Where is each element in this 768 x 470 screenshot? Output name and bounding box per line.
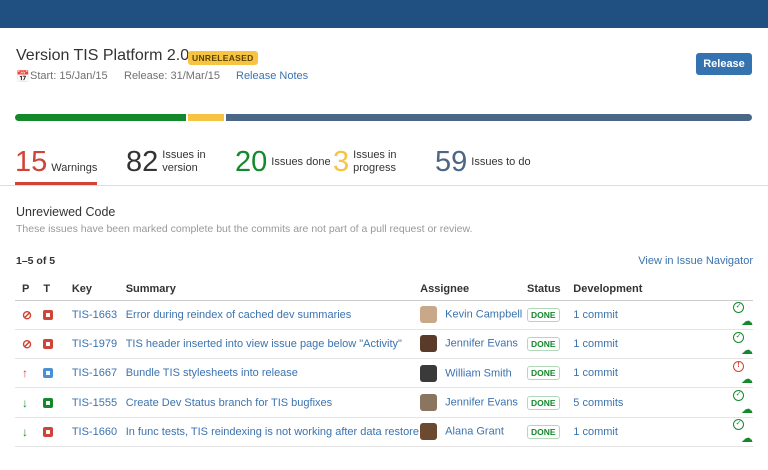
avatar — [420, 394, 438, 412]
col-icons — [659, 278, 753, 301]
minor-priority-icon: ↓ — [22, 395, 28, 410]
commits-link[interactable]: 1 commit — [573, 426, 618, 438]
status-badge: DONE — [527, 366, 560, 381]
build-passed-icon[interactable]: ✓ — [733, 331, 744, 343]
release-button[interactable]: Release — [696, 53, 752, 75]
issue-summary-link[interactable]: Error during reindex of cached dev summa… — [126, 309, 352, 321]
stat-3[interactable]: 3 Issues in progress — [333, 146, 425, 178]
top-navigation-bar — [0, 0, 768, 28]
deployment-icon[interactable]: ☁ — [741, 372, 753, 386]
assignee-link[interactable]: Jennifer Evans — [445, 396, 518, 408]
status-badge: DONE — [527, 395, 560, 410]
avatar — [420, 423, 438, 441]
assignee-link[interactable]: Alana Grant — [445, 426, 504, 438]
calendar-icon: 📅 — [16, 71, 30, 83]
stat-value: 59 — [435, 146, 468, 178]
status-badge: DONE — [527, 336, 560, 351]
stat-label: Warnings — [51, 161, 98, 174]
avatar — [420, 306, 438, 324]
commits-link[interactable]: 1 commit — [573, 338, 618, 350]
view-in-issue-navigator-link[interactable]: View in Issue Navigator — [638, 255, 753, 267]
stat-2[interactable]: 20 Issues done — [235, 146, 331, 178]
table-row[interactable]: ↓ TIS-1555 Create Dev Status branch for … — [15, 387, 753, 418]
col-assignee[interactable]: Assignee — [420, 278, 528, 301]
col-summary[interactable]: Summary — [125, 278, 421, 301]
status-badge: DONE — [527, 424, 560, 439]
issue-key-link[interactable]: TIS-1555 — [72, 397, 117, 409]
assignee-link[interactable]: Kevin Campbell — [445, 309, 522, 321]
commits-link[interactable]: 5 commits — [573, 397, 623, 409]
blocker-priority-icon: ⊘ — [22, 307, 33, 322]
stat-4[interactable]: 59 Issues to do — [435, 146, 531, 178]
section-description: These issues have been marked complete b… — [16, 223, 473, 235]
story-type-icon — [43, 397, 54, 408]
avatar — [420, 364, 438, 382]
issues-table: P T Key Summary Assignee Status Developm… — [15, 278, 753, 447]
progress-done[interactable] — [15, 114, 186, 121]
table-row[interactable]: ↑ TIS-1667 Bundle TIS stylesheets into r… — [15, 358, 753, 389]
progress-to-do[interactable] — [226, 114, 752, 121]
divider — [0, 185, 768, 186]
stat-value: 82 — [126, 146, 159, 178]
commits-link[interactable]: 1 commit — [573, 367, 618, 379]
stat-label: Issues done — [271, 155, 331, 168]
status-badge: DONE — [527, 307, 560, 322]
table-row[interactable]: ⊘ TIS-1663 Error during reindex of cache… — [15, 300, 753, 330]
critical-priority-icon: ↑ — [22, 366, 28, 381]
deployment-icon[interactable]: ☁ — [741, 431, 753, 445]
bug-type-icon — [43, 339, 54, 350]
progress-in-progress[interactable] — [188, 114, 224, 121]
result-count: 1–5 of 5 — [16, 255, 56, 267]
stat-label: Issues in progress — [353, 149, 397, 174]
release-notes-link[interactable]: Release Notes — [236, 70, 308, 82]
table-row[interactable]: ⊘ TIS-1979 TIS header inserted into view… — [15, 329, 753, 360]
build-passed-icon[interactable]: ✓ — [733, 419, 744, 431]
deployment-icon[interactable]: ☁ — [741, 402, 753, 416]
start-date: Start: 15/Jan/15 — [30, 70, 108, 82]
col-status[interactable]: Status — [527, 278, 574, 301]
stat-0[interactable]: 15 Warnings — [15, 146, 97, 178]
commits-link[interactable]: 1 commit — [573, 309, 618, 321]
assignee-link[interactable]: William Smith — [445, 367, 512, 379]
build-passed-icon[interactable]: ✓ — [733, 302, 744, 314]
build-failed-icon[interactable]: ! — [733, 360, 744, 372]
col-development[interactable]: Development — [573, 278, 659, 301]
unreleased-badge: UNRELEASED — [188, 51, 258, 65]
issue-key-link[interactable]: TIS-1660 — [72, 426, 117, 438]
deployment-icon[interactable]: ☁ — [741, 343, 753, 357]
deployment-icon[interactable]: ☁ — [741, 314, 753, 328]
stat-label: Issues to do — [471, 155, 531, 168]
avatar — [420, 335, 438, 353]
col-type[interactable]: T — [43, 278, 72, 301]
table-row[interactable]: ↓ TIS-1660 In func tests, TIS reindexing… — [15, 417, 753, 447]
page-title: Version TIS Platform 2.0 — [16, 47, 190, 64]
stat-value: 20 — [235, 146, 268, 178]
bug-type-icon — [43, 426, 54, 437]
stat-value: 15 — [15, 146, 48, 178]
minor-priority-icon: ↓ — [22, 424, 28, 439]
issue-summary-link[interactable]: Create Dev Status branch for TIS bugfixe… — [126, 397, 332, 409]
col-priority[interactable]: P — [15, 278, 44, 301]
task-type-icon — [43, 368, 54, 379]
stat-1[interactable]: 82 Issues in version — [126, 146, 234, 178]
assignee-link[interactable]: Jennifer Evans — [445, 338, 518, 350]
issue-key-link[interactable]: TIS-1979 — [72, 338, 117, 350]
bug-type-icon — [43, 309, 54, 320]
issue-summary-link[interactable]: In func tests, TIS reindexing is not wor… — [126, 426, 419, 438]
release-date: Release: 31/Mar/15 — [124, 70, 220, 82]
issue-summary-link[interactable]: Bundle TIS stylesheets into release — [126, 367, 298, 379]
issue-key-link[interactable]: TIS-1667 — [72, 367, 117, 379]
section-title: Unreviewed Code — [16, 205, 116, 219]
issue-summary-link[interactable]: TIS header inserted into view issue page… — [126, 338, 402, 350]
stat-value: 3 — [333, 146, 350, 178]
issue-key-link[interactable]: TIS-1663 — [72, 309, 117, 321]
build-passed-icon[interactable]: ✓ — [733, 390, 744, 402]
stat-label: Issues in version — [162, 149, 206, 174]
col-key[interactable]: Key — [71, 278, 126, 301]
blocker-priority-icon: ⊘ — [22, 336, 33, 351]
